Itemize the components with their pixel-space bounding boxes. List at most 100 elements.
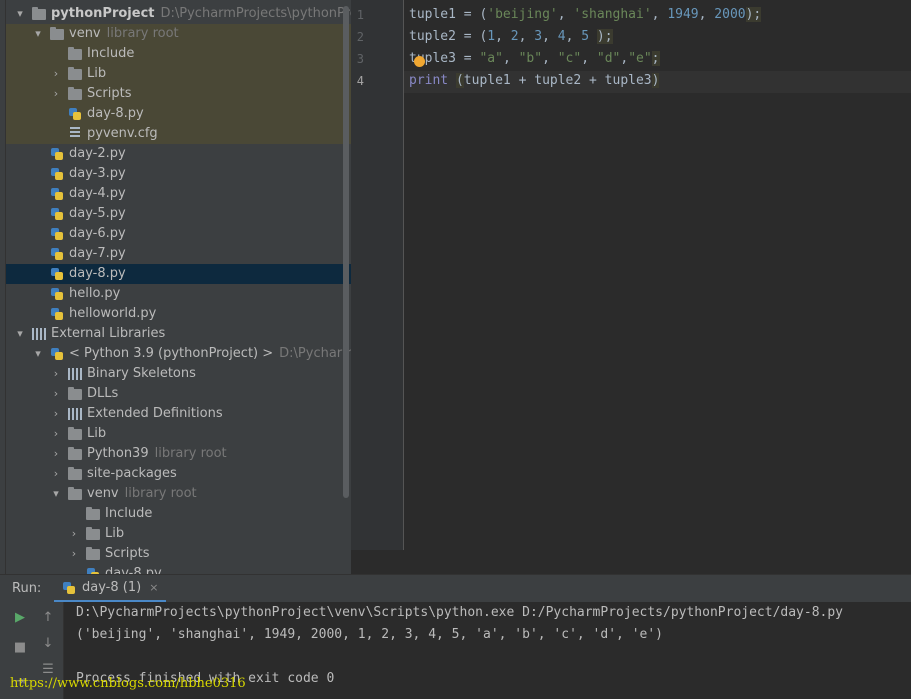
code-line[interactable]: tuple2 = (1, 2, 3, 4, 5 ); [409,29,613,44]
tree-item-name: day-5.py [69,206,126,221]
chevron-right-icon[interactable]: › [50,424,62,444]
chevron-right-icon[interactable]: › [50,64,62,84]
code-token: ; [651,51,660,66]
code-line[interactable]: tuple1 = ('beijing', 'shanghai', 1949, 2… [409,7,762,22]
tree-row[interactable]: ▾ External Libraries [6,324,351,344]
tree-item-name: helloworld.py [69,306,157,321]
code-token: , [542,51,558,66]
tree-row[interactable]: helloworld.py [6,304,351,324]
line-number: 1 [356,8,364,22]
chevron-down-icon[interactable]: ▾ [32,24,44,44]
tree-row[interactable]: day-3.py [6,164,351,184]
tree-item-label: day-8.py [105,564,162,574]
tree-item-name: DLLs [87,386,119,401]
folder-icon [68,487,84,501]
close-icon[interactable]: × [149,574,158,602]
run-icon[interactable]: ▶ [10,608,30,628]
tree-row[interactable]: › Binary Skeletons [6,364,351,384]
stop-icon[interactable]: ■ [10,638,30,658]
code-token: 2 [510,29,519,44]
tree-item-name: Python39 [87,446,149,461]
folder-icon [50,27,66,41]
tree-row[interactable]: › DLLs [6,384,351,404]
tree-row[interactable]: ▾ venv library root [6,484,351,504]
tree-row[interactable]: › Lib [6,64,351,84]
tree-row[interactable]: › Scripts [6,544,351,564]
chevron-down-icon[interactable]: ▾ [32,344,44,364]
tree-row[interactable]: Include [6,44,351,64]
code-token: 2000 [714,7,746,22]
tree-row[interactable]: › Lib [6,424,351,444]
console-line: D:\PycharmProjects\pythonProject\venv\Sc… [76,605,844,620]
folder-icon [68,427,84,441]
folder-icon [68,47,84,61]
tree-row[interactable]: day-5.py [6,204,351,224]
chevron-right-icon[interactable]: › [50,364,62,384]
python-file-icon [50,147,66,161]
tree-row[interactable]: ▾ < Python 3.9 (pythonProject) > D:\Pychar… [6,344,351,364]
folder-icon [68,87,84,101]
tree-row[interactable]: day-8.py [6,564,351,574]
tree-row[interactable]: pyvenv.cfg [6,124,351,144]
code-token: ) [651,73,660,88]
tree-item-name: Include [87,46,135,61]
python-file-icon [50,247,66,261]
watermark: https://www.cnblogs.com/hbhe0316 [10,676,246,691]
chevron-down-icon[interactable]: ▾ [50,484,62,504]
python-file-icon [50,207,66,221]
chevron-right-icon[interactable]: › [50,464,62,484]
tree-item-name: day-2.py [69,146,126,161]
tree-item-label: DLLs [87,384,118,404]
tree-row[interactable]: day-2.py [6,144,351,164]
tree-row[interactable]: › site-packages [6,464,351,484]
tree-row[interactable]: day-8.py [6,104,351,124]
python-file-icon [50,267,66,281]
tree-row[interactable]: ▾ venv library root [6,24,351,44]
tree-row[interactable]: Include [6,504,351,524]
run-tab[interactable]: day-8 (1) × [54,574,167,603]
tree-item-label: Scripts [87,84,131,104]
tree-row[interactable]: day-8.py [6,264,351,284]
tree-item-name: Scripts [87,86,132,101]
chevron-right-icon[interactable]: › [50,404,62,424]
chevron-down-icon[interactable]: ▾ [14,324,26,344]
code-editor[interactable]: tuple1 = ('beijing', 'shanghai', 1949, 2… [404,0,911,550]
tree-item-name: Binary Skeletons [87,366,196,381]
code-token: , [565,29,582,44]
tree-row[interactable]: › Extended Definitions [6,404,351,424]
tree-item-label: day-3.py [69,164,126,184]
code-token: ); [596,29,613,44]
up-arrow-icon[interactable]: ↑ [38,608,58,628]
tree-row[interactable]: ▾ pythonProject D:\PycharmProjects\pythonP… [6,4,351,24]
code-token: 1949 [667,7,699,22]
tree-row[interactable]: › Python39 library root [6,444,351,464]
code-line[interactable]: tuple3 = "a", "b", "c", "d","e"; [409,51,660,66]
chevron-right-icon[interactable]: › [68,524,80,544]
lightbulb-icon[interactable] [414,56,425,67]
python-file-icon [50,287,66,301]
tree-row[interactable]: › Scripts [6,84,351,104]
chevron-right-icon[interactable]: › [50,384,62,404]
tree-row[interactable]: day-4.py [6,184,351,204]
code-token: "c" [557,51,582,66]
tree-row[interactable]: hello.py [6,284,351,304]
tree-row[interactable]: › Lib [6,524,351,544]
python-file-icon [68,107,84,121]
tree-item-name: Scripts [105,546,150,561]
chevron-right-icon[interactable]: › [50,444,62,464]
code-token: , [698,7,715,22]
tree-row[interactable]: day-7.py [6,244,351,264]
chevron-right-icon[interactable]: › [68,544,80,564]
tree-row[interactable]: day-6.py [6,224,351,244]
tree-item-label: External Libraries [51,324,165,344]
down-arrow-icon[interactable]: ↓ [38,634,58,654]
chevron-down-icon[interactable]: ▾ [14,4,26,24]
chevron-right-icon[interactable]: › [50,84,62,104]
console-line: ('beijing', 'shanghai', 1949, 2000, 1, 2… [76,627,663,642]
tree-item-name: Lib [87,66,107,81]
tree-item-label: Lib [87,424,106,444]
run-tab-label: day-8 (1) [82,579,142,595]
code-token: "a" [479,51,503,66]
code-line[interactable]: print (tuple1 + tuple2 + tuple3) [409,73,660,88]
